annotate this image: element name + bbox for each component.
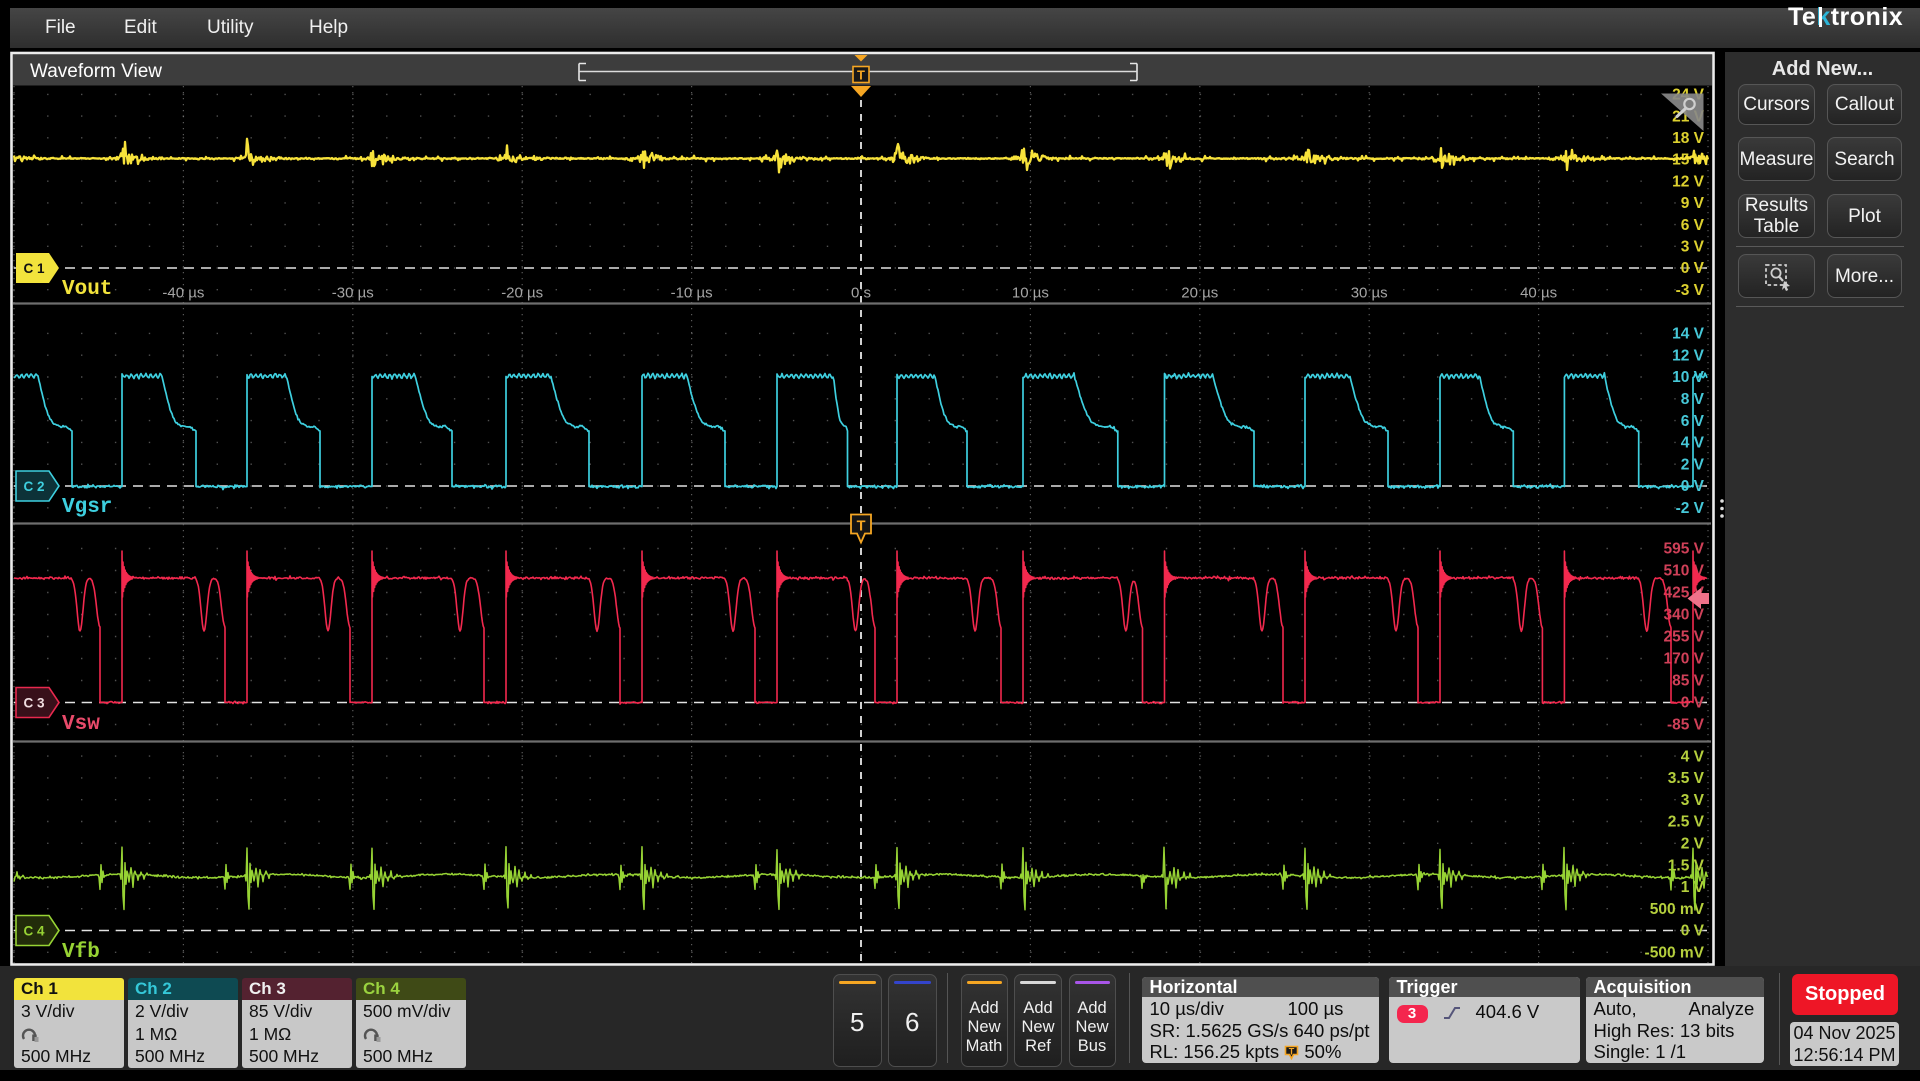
svg-text:4 V: 4 V bbox=[1681, 748, 1705, 765]
svg-text:-40 µs: -40 µs bbox=[162, 285, 204, 302]
svg-text:C 1: C 1 bbox=[23, 261, 45, 276]
svg-text:Vsw: Vsw bbox=[62, 713, 100, 736]
svg-text:3.5 V: 3.5 V bbox=[1668, 770, 1705, 787]
svg-text:Waveform View: Waveform View bbox=[30, 61, 162, 82]
svg-text:3 V: 3 V bbox=[1681, 792, 1705, 809]
svg-text:-20 µs: -20 µs bbox=[501, 285, 543, 302]
svg-text:12 V: 12 V bbox=[1672, 347, 1705, 364]
svg-text:255 V: 255 V bbox=[1663, 629, 1704, 646]
svg-text:C 2: C 2 bbox=[23, 479, 44, 494]
svg-text:-10 µs: -10 µs bbox=[671, 285, 713, 302]
svg-text:0 V: 0 V bbox=[1681, 260, 1705, 277]
svg-text:T: T bbox=[857, 519, 866, 535]
svg-text:0 s: 0 s bbox=[851, 285, 871, 302]
svg-text:Vgsr: Vgsr bbox=[62, 496, 112, 519]
svg-text:10 V: 10 V bbox=[1672, 369, 1705, 386]
svg-text:18 V: 18 V bbox=[1672, 130, 1705, 147]
svg-text:C 3: C 3 bbox=[23, 696, 45, 711]
svg-text:30 µs: 30 µs bbox=[1351, 285, 1388, 302]
svg-text:595 V: 595 V bbox=[1663, 541, 1704, 558]
svg-text:-500 mV: -500 mV bbox=[1645, 945, 1705, 962]
svg-text:1 V: 1 V bbox=[1681, 879, 1705, 896]
svg-text:-2 V: -2 V bbox=[1676, 500, 1705, 517]
svg-text:9 V: 9 V bbox=[1681, 195, 1705, 212]
svg-text:3 V: 3 V bbox=[1681, 239, 1705, 256]
svg-text:-3 V: -3 V bbox=[1676, 282, 1705, 299]
svg-text:-30 µs: -30 µs bbox=[332, 285, 374, 302]
svg-text:T: T bbox=[1289, 1047, 1295, 1057]
svg-text:2.5 V: 2.5 V bbox=[1668, 814, 1705, 831]
svg-text:C 4: C 4 bbox=[23, 924, 45, 939]
svg-text:10 µs: 10 µs bbox=[1012, 285, 1049, 302]
svg-text:6 V: 6 V bbox=[1681, 217, 1705, 234]
svg-text:40 µs: 40 µs bbox=[1520, 285, 1557, 302]
svg-text:Vfb: Vfb bbox=[62, 941, 100, 964]
svg-text:170 V: 170 V bbox=[1663, 651, 1704, 668]
svg-text:85 V: 85 V bbox=[1672, 673, 1705, 690]
svg-text:0 V: 0 V bbox=[1681, 923, 1705, 940]
svg-text:-85 V: -85 V bbox=[1667, 717, 1705, 734]
svg-text:14 V: 14 V bbox=[1672, 326, 1705, 343]
svg-text:500 mV: 500 mV bbox=[1650, 901, 1705, 918]
svg-text:T: T bbox=[857, 68, 865, 83]
svg-text:12 V: 12 V bbox=[1672, 173, 1705, 190]
svg-text:Vout: Vout bbox=[62, 278, 112, 301]
svg-text:20 µs: 20 µs bbox=[1181, 285, 1218, 302]
